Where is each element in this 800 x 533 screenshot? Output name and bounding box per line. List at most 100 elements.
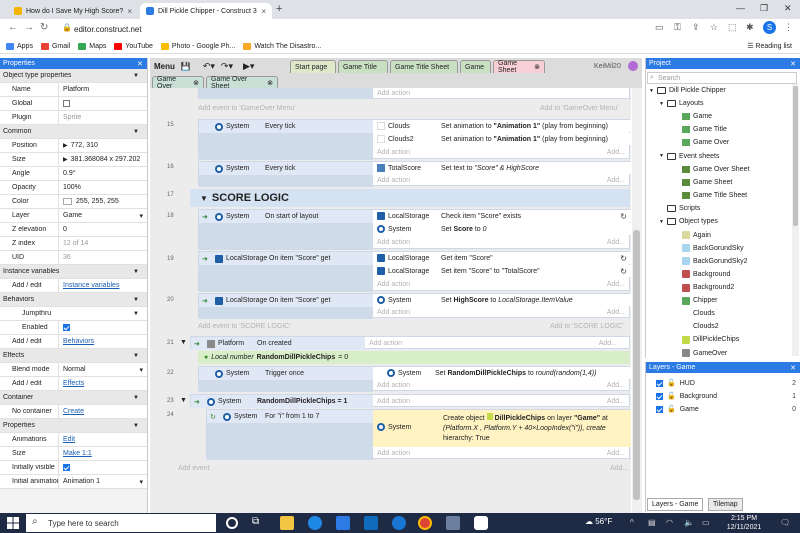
local-variable[interactable]: ● Local number RandomDillPickleChips = 0 [198, 351, 630, 364]
property-row[interactable]: Global [0, 97, 147, 111]
event-sheet[interactable]: Add action Add event to 'GameOver Menu' … [150, 88, 631, 513]
close-tab-icon[interactable]: ⊗ [534, 63, 540, 71]
property-value[interactable]: Animation 1 ▾ [58, 475, 147, 488]
dropdown-icon[interactable]: ▾ [139, 212, 143, 220]
property-value[interactable]: Sprite [58, 111, 147, 124]
lock-icon[interactable]: 🔓 [667, 379, 676, 387]
layer-row[interactable]: 🔓 Background 1 [656, 392, 796, 400]
back-icon[interactable]: ← [8, 22, 18, 33]
property-row[interactable]: Plugin Sprite [0, 111, 147, 125]
chrome-icon[interactable] [418, 516, 432, 530]
property-section[interactable]: Object type properties ▼ [0, 69, 147, 83]
property-section[interactable]: Container ▼ [0, 391, 147, 405]
property-checkbox[interactable] [63, 324, 70, 331]
tree-item-object-type[interactable]: Clouds2 [682, 322, 719, 331]
property-row[interactable]: Opacity 100% [0, 181, 147, 195]
property-value[interactable]: Normal ▾ [58, 363, 147, 376]
play-icon[interactable]: ▶▾ [243, 61, 254, 72]
property-row[interactable]: Add / edit Behaviors [0, 335, 147, 349]
tree-item-object-type[interactable]: Again [682, 231, 711, 240]
dropdown-icon[interactable]: ▾ [139, 478, 143, 486]
mail-icon[interactable] [336, 516, 350, 530]
maximize-icon[interactable]: ❐ [760, 3, 768, 14]
property-row[interactable]: Add / edit Instance variables [0, 279, 147, 293]
action[interactable]: LocalStorage Get item "Score" ↻ [373, 252, 631, 264]
property-value[interactable]: Game ▾ [58, 209, 147, 222]
property-row[interactable]: Initially visible [0, 461, 147, 475]
editor-tab[interactable]: Start page [290, 60, 336, 73]
add-action-link[interactable]: Add action Add... [365, 338, 623, 349]
property-value[interactable]: 12 of 14 [58, 237, 147, 250]
expand-icon[interactable]: ▼ [659, 153, 664, 159]
tree-root[interactable]: ▼ Dill Pickle Chipper [649, 87, 726, 94]
property-link[interactable]: Make 1:1 [63, 450, 92, 457]
lock-icon[interactable]: 🔓 [667, 405, 676, 413]
editor-tab[interactable]: Game [460, 60, 491, 73]
property-value[interactable]: ▶ 381.368084 x 297.202 [58, 153, 147, 166]
close-panel-icon[interactable]: ✕ [790, 364, 796, 372]
notifications-icon[interactable]: 🗨 [780, 518, 790, 527]
layer-row[interactable]: 🔓 Game 0 [656, 405, 796, 413]
action[interactable]: TotalScore Set text to "Score" & HighScor… [373, 162, 631, 174]
property-row[interactable]: Layer Game ▾ [0, 209, 147, 223]
browser-tab-1[interactable]: How do I Save My High Score? × [8, 3, 138, 19]
expand-icon[interactable]: ▼ [659, 101, 664, 107]
action[interactable]: System Set HighScore to LocalStorage.Item… [373, 294, 631, 306]
bookmark-apps[interactable]: Apps [6, 42, 33, 50]
volume-icon[interactable]: 🔈 [684, 518, 694, 527]
collapse-icon[interactable]: ▼ [133, 311, 139, 317]
tab-game-over-sheet[interactable]: Game Over Sheet ⊗ [206, 76, 278, 90]
property-value[interactable] [58, 321, 147, 334]
sheet-scroll-thumb[interactable] [633, 230, 640, 500]
layer-visible-checkbox[interactable] [656, 392, 663, 400]
taskbar-search-input[interactable]: ⌕ Type here to search [26, 514, 216, 532]
add-action-link[interactable]: Add action Add... [373, 396, 631, 407]
close-panel-icon[interactable]: ✕ [790, 60, 796, 68]
event-row[interactable]: System Every tick Clouds Set animation to … [198, 119, 631, 160]
property-value[interactable]: Effects [58, 377, 147, 390]
taskbar-clock[interactable]: 2:15 PM 12/11/2021 [724, 514, 764, 532]
tab-layers[interactable]: Layers - Game [647, 498, 704, 511]
expand-icon[interactable]: ▶ [63, 142, 68, 149]
property-value[interactable]: 0.9° [58, 167, 147, 180]
event-row[interactable]: ➜ System RandomDillPickleChips = 1 Add act… [190, 394, 631, 408]
tree-item-object-type[interactable]: Background2 [682, 283, 734, 292]
property-row[interactable]: Color 255, 255, 255 [0, 195, 147, 209]
tree-folder-object-types[interactable]: ▼ Object types [659, 218, 718, 225]
editor-tab[interactable]: Game Title [338, 60, 388, 73]
collapse-icon[interactable]: ▼ [180, 397, 187, 404]
puzzle-icon[interactable]: ✱ [746, 22, 754, 33]
property-value[interactable] [58, 97, 147, 110]
property-value[interactable]: Edit [58, 433, 147, 446]
tray-chevron-icon[interactable]: ^ [630, 518, 634, 527]
add-action-link[interactable]: Add action Add... [373, 279, 631, 290]
reload-icon[interactable]: ↻ [40, 22, 48, 33]
editor-tab[interactable]: Game Sheet ⊗ [493, 60, 545, 74]
save-icon[interactable]: 💾 [181, 62, 191, 71]
property-value[interactable]: Instance variables [58, 279, 147, 292]
tree-item-layout[interactable]: Game [682, 113, 712, 121]
event-row[interactable]: System Trigger once System Set RandomDillP… [198, 366, 631, 392]
windows-start-icon[interactable] [6, 516, 20, 530]
property-section[interactable]: Common ▼ [0, 125, 147, 139]
tree-item-object-type[interactable]: BackGorundSky [682, 244, 744, 253]
browser-tab-2[interactable]: Dill Pickle Chipper - Construct 3 × [140, 3, 272, 19]
redo-icon[interactable]: ↷▾ [221, 61, 233, 72]
property-row[interactable]: Initial animation Animation 1 ▾ [0, 475, 147, 489]
minimize-icon[interactable]: — [736, 3, 745, 13]
layer-visible-checkbox[interactable] [656, 379, 663, 387]
app-icon[interactable] [474, 516, 488, 530]
bookmark-youtube[interactable]: YouTube [114, 42, 153, 50]
close-tab-icon[interactable]: × [261, 7, 266, 16]
tree-folder-layouts[interactable]: ▼ Layouts [659, 100, 703, 108]
add-event-link[interactable]: Add event [178, 465, 210, 472]
property-value[interactable]: Create [58, 405, 147, 418]
dropdown-icon[interactable]: ▾ [139, 366, 143, 374]
property-link[interactable]: Edit [63, 436, 75, 443]
property-row[interactable]: Name Platform [0, 83, 147, 97]
property-link[interactable]: Behaviors [63, 338, 94, 345]
collapse-icon[interactable]: ▼ [133, 269, 139, 275]
store-icon[interactable] [364, 516, 378, 530]
add-action-link[interactable]: Add action Add... [373, 237, 631, 248]
property-link[interactable]: Effects [63, 380, 84, 387]
